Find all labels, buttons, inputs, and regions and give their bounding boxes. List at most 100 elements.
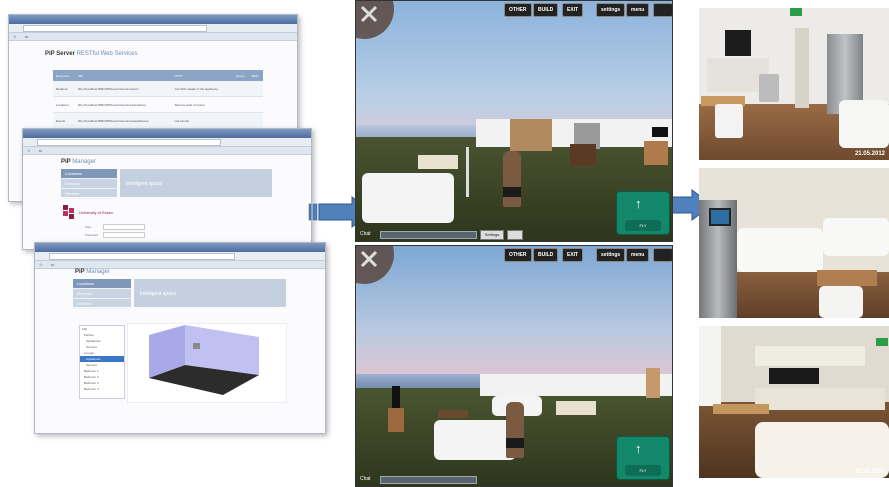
build-button[interactable]: BUILD [533, 3, 559, 17]
table-cell: Get XML details of the appliance [171, 81, 234, 97]
photo-tv [709, 208, 731, 226]
window-titlebar[interactable] [9, 15, 297, 24]
photo-living-room [699, 168, 889, 318]
dining-table [556, 401, 596, 415]
table-cell-link[interactable]: http://localhost:8081/PiPServer/resource… [74, 81, 172, 97]
window-titlebar[interactable] [23, 129, 311, 138]
sidebar-item-sensors[interactable]: Sensors [73, 289, 131, 299]
compass-icon[interactable] [356, 1, 396, 41]
manager-sidebar: Locations Sensors Devices [61, 169, 117, 199]
address-bar[interactable] [23, 138, 311, 147]
table-cell: Locations [53, 96, 75, 113]
settings-button[interactable]: settings [596, 3, 626, 17]
table-header-row: Resource URI HTTP Query Body [53, 70, 263, 81]
menu-button[interactable]: menu [626, 248, 650, 262]
location-tree: Flat Kitchen Appliances Sensors Lounge A… [79, 325, 125, 399]
tab-page[interactable]: ▭ [51, 262, 55, 267]
photo-date-stamp: 21.05.2012 [854, 469, 885, 475]
floor-lamp [466, 147, 469, 197]
sofa [434, 420, 516, 460]
cabinet [388, 408, 404, 432]
dining-table [418, 155, 458, 169]
table-cell-link[interactable]: http://localhost:8081/PiPServer/resource… [74, 112, 172, 129]
photo-door [795, 28, 809, 108]
sidebar-item-locations[interactable]: Locations [73, 279, 131, 289]
photo-wall-cabinets [755, 346, 865, 366]
tree-item[interactable]: Bedroom 4 [80, 386, 124, 392]
table-row: Locations http://localhost:8081/PiPServe… [53, 96, 263, 113]
tab-page[interactable]: ▭ [25, 34, 29, 39]
arrow-up-icon[interactable]: ↑ [635, 196, 642, 211]
table-cell: Readout [53, 81, 75, 97]
sidebar-item-locations[interactable]: Locations [61, 169, 117, 179]
table-header: Query [233, 70, 249, 81]
chat-toggle-button[interactable] [507, 230, 523, 240]
photo-chair [715, 104, 743, 138]
photo-wall-tiles [725, 30, 751, 56]
tab-favorites[interactable]: ☆ [27, 148, 31, 153]
manager-room-window: ☆ ▭ PiP Manager Locations Sensors Devices… [34, 242, 326, 434]
table-cell: Returns a list of rooms [171, 96, 234, 113]
table-header: Resource [53, 70, 75, 81]
virtual-world-view-bottom[interactable]: OTHER BUILD EXIT settings menu ↑ FLY Cha… [355, 245, 673, 487]
tab-favorites[interactable]: ☆ [39, 262, 43, 267]
movement-pad[interactable]: ↑ FLY [616, 436, 670, 480]
page-title: PiP Manager [75, 269, 110, 275]
avatar-body[interactable] [506, 402, 524, 458]
settings-button[interactable]: settings [596, 248, 626, 262]
menu-button[interactable]: menu [626, 3, 650, 17]
other-button[interactable]: OTHER [504, 248, 532, 262]
avatar-body[interactable] [503, 151, 521, 207]
url-field[interactable] [49, 253, 235, 260]
photo-counter [755, 388, 885, 410]
login-password-field[interactable] [103, 232, 145, 238]
url-field[interactable] [37, 139, 221, 146]
photo-wall-tiles [769, 368, 819, 384]
table-header: HTTP [171, 70, 234, 81]
manager-sidebar: Locations Sensors Devices [73, 279, 131, 309]
url-field[interactable] [23, 25, 207, 32]
photo-sofa [823, 218, 889, 256]
login-user-field[interactable] [103, 224, 145, 230]
other-button[interactable]: OTHER [504, 3, 532, 17]
table-cell-link[interactable]: http://localhost:8081/PiPServer/resource… [74, 96, 172, 113]
movement-pad[interactable]: ↑ FLY [616, 191, 670, 235]
header-label: Intelligent space [140, 291, 177, 297]
photo-armchair [819, 286, 863, 318]
chat-input[interactable] [380, 476, 477, 484]
exit-button[interactable]: EXIT [562, 3, 584, 17]
sidebar-item-sensors[interactable]: Sensors [61, 179, 117, 189]
photo-sofa [737, 228, 823, 272]
table-row: Events http://localhost:8081/PiPServer/r… [53, 112, 263, 129]
window-button[interactable] [653, 248, 672, 262]
sidebar-item-devices[interactable]: Devices [73, 299, 131, 309]
window-button[interactable] [653, 3, 672, 17]
table-cell: Events [53, 112, 75, 129]
photo-coffee-table [817, 270, 877, 286]
sky [356, 246, 672, 386]
tab-favorites[interactable]: ☆ [13, 34, 17, 39]
tab-page[interactable]: ▭ [39, 148, 43, 153]
exit-button[interactable]: EXIT [562, 248, 584, 262]
build-button[interactable]: BUILD [533, 248, 559, 262]
room-3d-preview[interactable] [127, 323, 287, 403]
manager-header-panel: Intelligent space [120, 169, 272, 197]
login-password-label: Password [85, 233, 99, 237]
address-bar[interactable] [9, 24, 297, 33]
virtual-world-view-top[interactable]: OTHER BUILD EXIT settings menu ↑ FLY Cha… [355, 0, 673, 242]
chat-settings-button[interactable]: Settings [480, 230, 504, 240]
address-bar[interactable] [35, 252, 325, 261]
login-user-label: User [85, 225, 92, 229]
compass-icon[interactable] [356, 246, 396, 286]
table-header: URI [74, 70, 172, 81]
chat-input[interactable] [380, 231, 477, 239]
cabinet [644, 141, 668, 165]
window-titlebar[interactable] [35, 243, 325, 252]
sidebar-item-devices[interactable]: Devices [61, 189, 117, 199]
services-table: Resource URI HTTP Query Body Readout htt… [53, 70, 263, 129]
chat-bar: Chat Settings [358, 230, 658, 240]
photo-window [699, 326, 721, 406]
arrow-up-icon[interactable]: ↑ [635, 441, 642, 456]
sofa [362, 173, 454, 223]
photo-sofa [839, 100, 889, 148]
